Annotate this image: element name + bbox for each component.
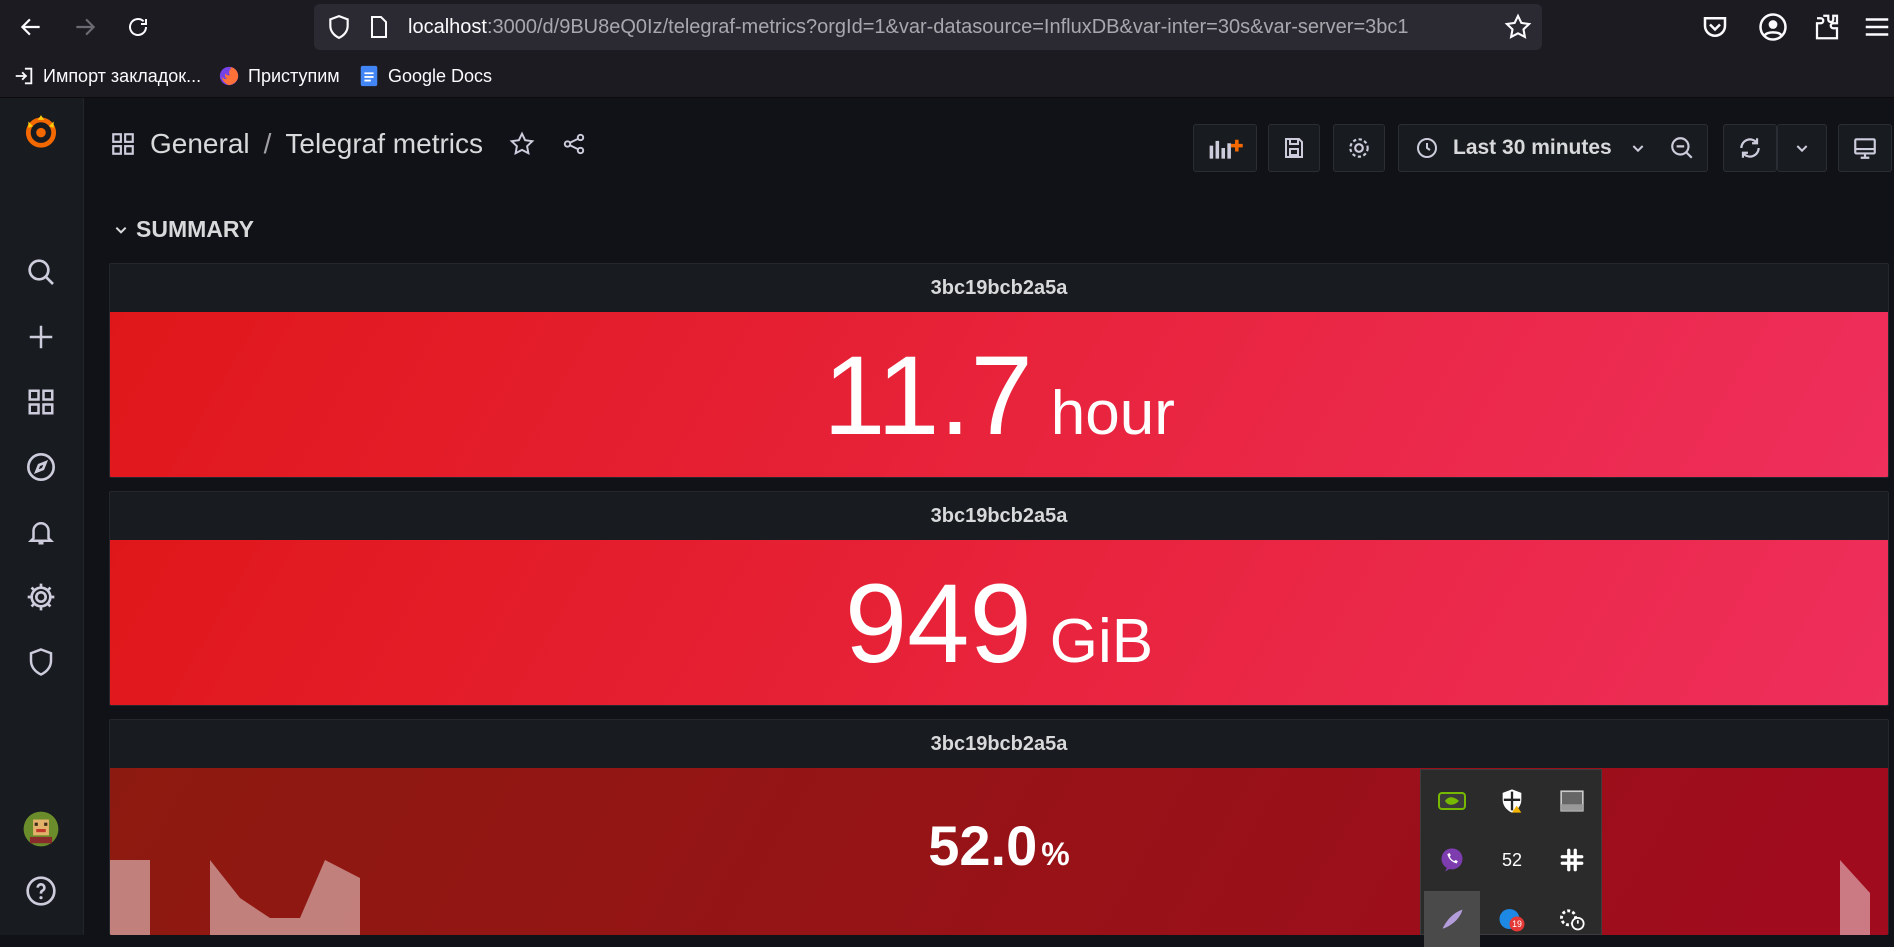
dashboard-grid-icon <box>112 133 134 155</box>
reload-icon <box>129 18 147 36</box>
stat-value: 52.0 <box>928 814 1038 877</box>
feather-app-icon[interactable] <box>1424 891 1480 947</box>
stat-panel-disk[interactable]: 3bc19bcb2a5a 949 GiB <box>109 491 1889 706</box>
share-icon[interactable] <box>561 131 587 157</box>
reload-button[interactable] <box>118 7 158 47</box>
add-panel-icon <box>1209 139 1243 159</box>
row-title: SUMMARY <box>136 216 254 242</box>
clock-icon <box>1417 138 1437 158</box>
gear-icon <box>1349 138 1369 158</box>
refresh-icon <box>1740 138 1760 158</box>
grafana-logo-icon[interactable] <box>22 112 60 150</box>
save-dashboard-button[interactable] <box>1268 124 1320 172</box>
tv-mode-button[interactable] <box>1838 124 1892 172</box>
panel-title[interactable]: 3bc19bcb2a5a <box>110 720 1888 768</box>
refresh-interval-button[interactable] <box>1777 124 1827 172</box>
user-avatar[interactable] <box>22 810 60 848</box>
zoom-out-icon <box>1670 137 1693 159</box>
refresh-button[interactable] <box>1723 124 1777 172</box>
search-icon[interactable] <box>22 253 60 291</box>
back-arrow-icon <box>20 18 40 36</box>
monitor-icon <box>1854 138 1876 159</box>
stat-unit: hour <box>1050 379 1175 448</box>
bookmark-label: Приступим <box>248 65 340 86</box>
grafana-sidebar <box>0 98 84 935</box>
slack-icon[interactable] <box>1544 832 1600 888</box>
stat-value: 11.7 <box>823 333 1033 458</box>
dashboards-icon[interactable] <box>22 383 60 421</box>
bookmark-star-icon[interactable] <box>1504 13 1532 41</box>
security-shield-icon[interactable] <box>1484 773 1540 829</box>
bookmark-label: Импорт закладок... <box>43 65 202 86</box>
time-range-label: Last 30 minutes <box>1453 136 1612 159</box>
breadcrumb: General / Telegraf metrics <box>110 128 587 160</box>
forward-arrow-icon <box>76 18 96 36</box>
star-icon[interactable] <box>509 131 535 157</box>
page-info-icon[interactable] <box>368 15 390 39</box>
google-docs-icon <box>358 65 380 87</box>
menu-icon[interactable] <box>1862 12 1892 42</box>
system-tray-popup: 52 19 <box>1420 769 1602 947</box>
zoom-out-button[interactable] <box>1655 124 1708 172</box>
add-panel-button[interactable] <box>1193 124 1257 172</box>
dashboard-settings-button[interactable] <box>1333 124 1385 172</box>
window-app-icon[interactable] <box>1544 773 1600 829</box>
url-bar[interactable]: localhost:3000/d/9BU8eQ0Iz/telegraf-metr… <box>314 4 1542 50</box>
nvidia-icon[interactable] <box>1424 773 1480 829</box>
stat-unit: % <box>1041 836 1070 872</box>
import-icon <box>13 65 35 87</box>
stat-value-area: 949 GiB <box>110 540 1888 705</box>
viber-icon[interactable] <box>1424 832 1480 888</box>
forward-button[interactable] <box>65 7 105 47</box>
tray-count-label[interactable]: 52 <box>1484 832 1540 888</box>
explore-compass-icon[interactable] <box>22 448 60 486</box>
row-header-summary[interactable]: SUMMARY <box>114 216 254 243</box>
breadcrumb-separator: / <box>263 128 272 159</box>
create-plus-icon[interactable] <box>22 318 60 356</box>
notification-badge-icon[interactable]: 19 <box>1484 891 1540 947</box>
save-icon <box>1285 138 1303 158</box>
panel-title[interactable]: 3bc19bcb2a5a <box>110 492 1888 540</box>
server-admin-shield-icon[interactable] <box>22 643 60 681</box>
page-title[interactable]: Telegraf metrics <box>285 128 483 160</box>
chevron-down-icon <box>1796 145 1808 153</box>
account-icon[interactable] <box>1758 12 1788 42</box>
alerting-bell-icon[interactable] <box>22 513 60 551</box>
panel-title[interactable]: 3bc19bcb2a5a <box>110 264 1888 312</box>
bookmarks-bar: Импорт закладок... Приступим Google Docs <box>0 55 1894 98</box>
breadcrumb-folder[interactable]: General <box>150 128 250 160</box>
stat-value-area: 11.7 hour <box>110 312 1888 477</box>
help-icon[interactable] <box>22 872 60 910</box>
bookmark-label: Google Docs <box>388 65 493 86</box>
browser-toolbar: localhost:3000/d/9BU8eQ0Iz/telegraf-metr… <box>0 0 1894 55</box>
url-text[interactable]: localhost:3000/d/9BU8eQ0Iz/telegraf-metr… <box>408 16 1408 39</box>
badge-count: 19 <box>1512 919 1522 929</box>
bookmark-get-started[interactable]: Приступим <box>218 65 340 87</box>
chevron-down-icon <box>1632 145 1644 153</box>
back-button[interactable] <box>11 7 51 47</box>
stat-panel-uptime[interactable]: 3bc19bcb2a5a 11.7 hour <box>109 263 1889 478</box>
stat-panel-cpu[interactable]: 3bc19bcb2a5a 52.0 % <box>109 719 1889 935</box>
chevron-down-icon <box>115 226 127 234</box>
gear-alert-icon[interactable] <box>1544 891 1600 947</box>
pocket-icon[interactable] <box>1700 12 1730 42</box>
stat-unit: GiB <box>1049 607 1154 676</box>
configuration-gear-icon[interactable] <box>22 578 60 616</box>
firefox-icon <box>218 65 240 87</box>
tracking-shield-icon[interactable] <box>326 14 352 40</box>
stat-value-area: 52.0 % <box>110 768 1888 935</box>
extensions-icon[interactable] <box>1812 12 1842 42</box>
bookmark-import[interactable]: Импорт закладок... <box>13 65 201 87</box>
stat-value: 949 <box>844 561 1032 686</box>
bookmark-google-docs[interactable]: Google Docs <box>358 65 492 87</box>
